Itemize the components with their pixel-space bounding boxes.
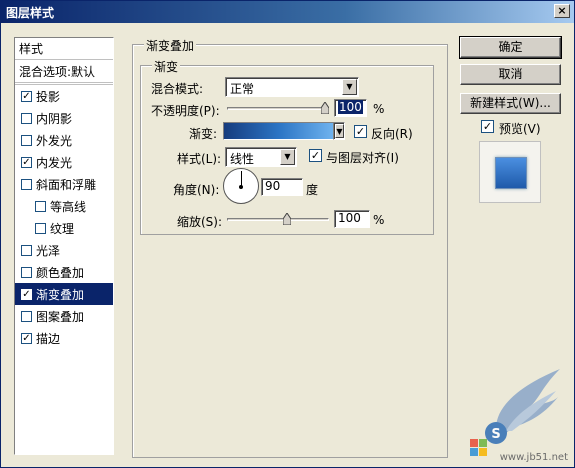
opacity-label: 不透明度(P): xyxy=(151,104,220,118)
preview-checkbox[interactable]: ✓ xyxy=(481,120,494,133)
gradient-subgroup-title: 渐变 xyxy=(152,58,181,75)
scale-unit: % xyxy=(373,213,385,227)
style-item-inner-glow[interactable]: ✓ 内发光 xyxy=(15,151,113,173)
blend-options-default[interactable]: 混合选项:默认 xyxy=(15,61,113,83)
style-item-texture[interactable]: 纹理 xyxy=(15,217,113,239)
style-item-label: 描边 xyxy=(36,331,61,346)
style-select[interactable]: 线性 ▼ xyxy=(225,147,297,167)
style-list: 样式 混合选项:默认 ✓ 投影 内阴影 外发光 ✓ 内发光 斜面和浮雕 等高线 xyxy=(14,37,114,455)
style-item-label: 图案叠加 xyxy=(36,309,85,324)
close-icon: × xyxy=(557,4,567,17)
reverse-checkbox[interactable]: ✓ xyxy=(354,125,367,138)
style-item-label: 外发光 xyxy=(36,133,73,148)
opacity-unit: % xyxy=(373,102,385,116)
layer-style-dialog: 图层样式 × 样式 混合选项:默认 ✓ 投影 内阴影 外发光 ✓ 内发光 斜面和… xyxy=(0,0,575,468)
angle-dial-center xyxy=(239,185,243,189)
opacity-slider-thumb[interactable] xyxy=(321,102,329,114)
angle-dial[interactable] xyxy=(223,168,259,204)
style-item-label: 内发光 xyxy=(36,155,73,170)
style-item-pattern-overlay[interactable]: 图案叠加 xyxy=(15,305,113,327)
outer-glow-checkbox[interactable] xyxy=(21,134,32,146)
scale-value: 100 xyxy=(338,211,361,225)
gradient-dropdown[interactable]: ▼ xyxy=(333,122,345,140)
align-with-layer-checkbox[interactable]: ✓ xyxy=(309,149,322,162)
angle-value: 90 xyxy=(265,179,281,193)
style-item-label: 斜面和浮雕 xyxy=(36,177,97,192)
style-item-label: 颜色叠加 xyxy=(36,265,85,280)
style-preview xyxy=(479,141,541,203)
scale-slider-thumb[interactable] xyxy=(283,213,291,225)
style-item-label: 光泽 xyxy=(36,243,61,258)
window-title: 图层样式 xyxy=(6,6,55,20)
angle-label: 角度(N): xyxy=(173,183,220,197)
style-item-stroke[interactable]: ✓ 描边 xyxy=(15,327,113,349)
inner-glow-checkbox[interactable]: ✓ xyxy=(21,156,32,168)
style-item-outer-glow[interactable]: 外发光 xyxy=(15,129,113,151)
gradient-overlay-checkbox[interactable]: ✓ xyxy=(21,288,32,300)
watermark-text: www.jb51.net xyxy=(499,452,568,463)
style-item-inner-shadow[interactable]: 内阴影 xyxy=(15,107,113,129)
style-item-contour[interactable]: 等高线 xyxy=(15,195,113,217)
chevron-down-icon: ▼ xyxy=(342,79,357,95)
pattern-overlay-checkbox[interactable] xyxy=(21,310,32,322)
contour-checkbox[interactable] xyxy=(35,200,46,212)
opacity-input[interactable]: 100 xyxy=(334,99,367,117)
angle-input[interactable]: 90 xyxy=(261,178,303,196)
svg-text:S: S xyxy=(491,427,500,442)
opacity-value: 100 xyxy=(338,100,363,114)
style-item-label: 纹理 xyxy=(50,221,75,236)
drop-shadow-checkbox[interactable]: ✓ xyxy=(21,90,32,102)
blend-mode-select[interactable]: 正常 ▼ xyxy=(225,77,359,97)
style-item-label: 等高线 xyxy=(50,199,87,214)
style-list-header[interactable]: 样式 xyxy=(15,38,113,60)
style-item-color-overlay[interactable]: 颜色叠加 xyxy=(15,261,113,283)
gradient-picker[interactable] xyxy=(223,122,334,140)
opacity-slider-track xyxy=(227,107,329,110)
preview-swatch xyxy=(495,157,527,189)
style-list-header-label: 样式 xyxy=(19,42,44,56)
angle-unit: 度 xyxy=(306,183,319,197)
texture-checkbox[interactable] xyxy=(35,222,46,234)
reverse-label: 反向(R) xyxy=(371,127,413,141)
scale-slider-track xyxy=(227,218,329,221)
title-bar[interactable]: 图层样式 × xyxy=(1,1,574,23)
gradient-label: 渐变: xyxy=(189,127,218,141)
new-style-button[interactable]: 新建样式(W)... xyxy=(460,93,561,114)
bevel-emboss-checkbox[interactable] xyxy=(21,178,32,190)
chevron-down-icon: ▼ xyxy=(280,149,295,165)
blend-mode-label: 混合模式: xyxy=(151,82,204,96)
satin-checkbox[interactable] xyxy=(21,244,32,256)
preview-label: 预览(V) xyxy=(499,122,541,136)
wing-logo-icon: S xyxy=(470,369,560,456)
style-item-satin[interactable]: 光泽 xyxy=(15,239,113,261)
scale-input[interactable]: 100 xyxy=(334,210,370,228)
stroke-checkbox[interactable]: ✓ xyxy=(21,332,32,344)
style-item-drop-shadow[interactable]: ✓ 投影 xyxy=(15,85,113,107)
opacity-slider[interactable] xyxy=(227,101,329,115)
gradient-overlay-title: 渐变叠加 xyxy=(144,37,197,54)
style-item-label: 投影 xyxy=(36,89,61,104)
style-item-gradient-overlay[interactable]: ✓ 渐变叠加 xyxy=(15,283,113,305)
cancel-button[interactable]: 取消 xyxy=(460,64,561,85)
color-overlay-checkbox[interactable] xyxy=(21,266,32,278)
blend-mode-value: 正常 xyxy=(230,82,255,96)
style-value: 线性 xyxy=(230,152,255,166)
style-item-bevel-emboss[interactable]: 斜面和浮雕 xyxy=(15,173,113,195)
style-item-label: 渐变叠加 xyxy=(36,287,85,302)
blend-options-label: 混合选项:默认 xyxy=(19,65,96,79)
ok-button[interactable]: 确定 xyxy=(459,36,562,59)
style-label: 样式(L): xyxy=(177,152,222,166)
style-item-label: 内阴影 xyxy=(36,111,73,126)
scale-label: 缩放(S): xyxy=(177,215,223,229)
align-with-layer-label: 与图层对齐(I) xyxy=(326,151,399,165)
inner-shadow-checkbox[interactable] xyxy=(21,112,32,124)
chevron-down-icon: ▼ xyxy=(335,124,344,138)
close-button[interactable]: × xyxy=(554,4,570,18)
scale-slider[interactable] xyxy=(227,212,329,226)
